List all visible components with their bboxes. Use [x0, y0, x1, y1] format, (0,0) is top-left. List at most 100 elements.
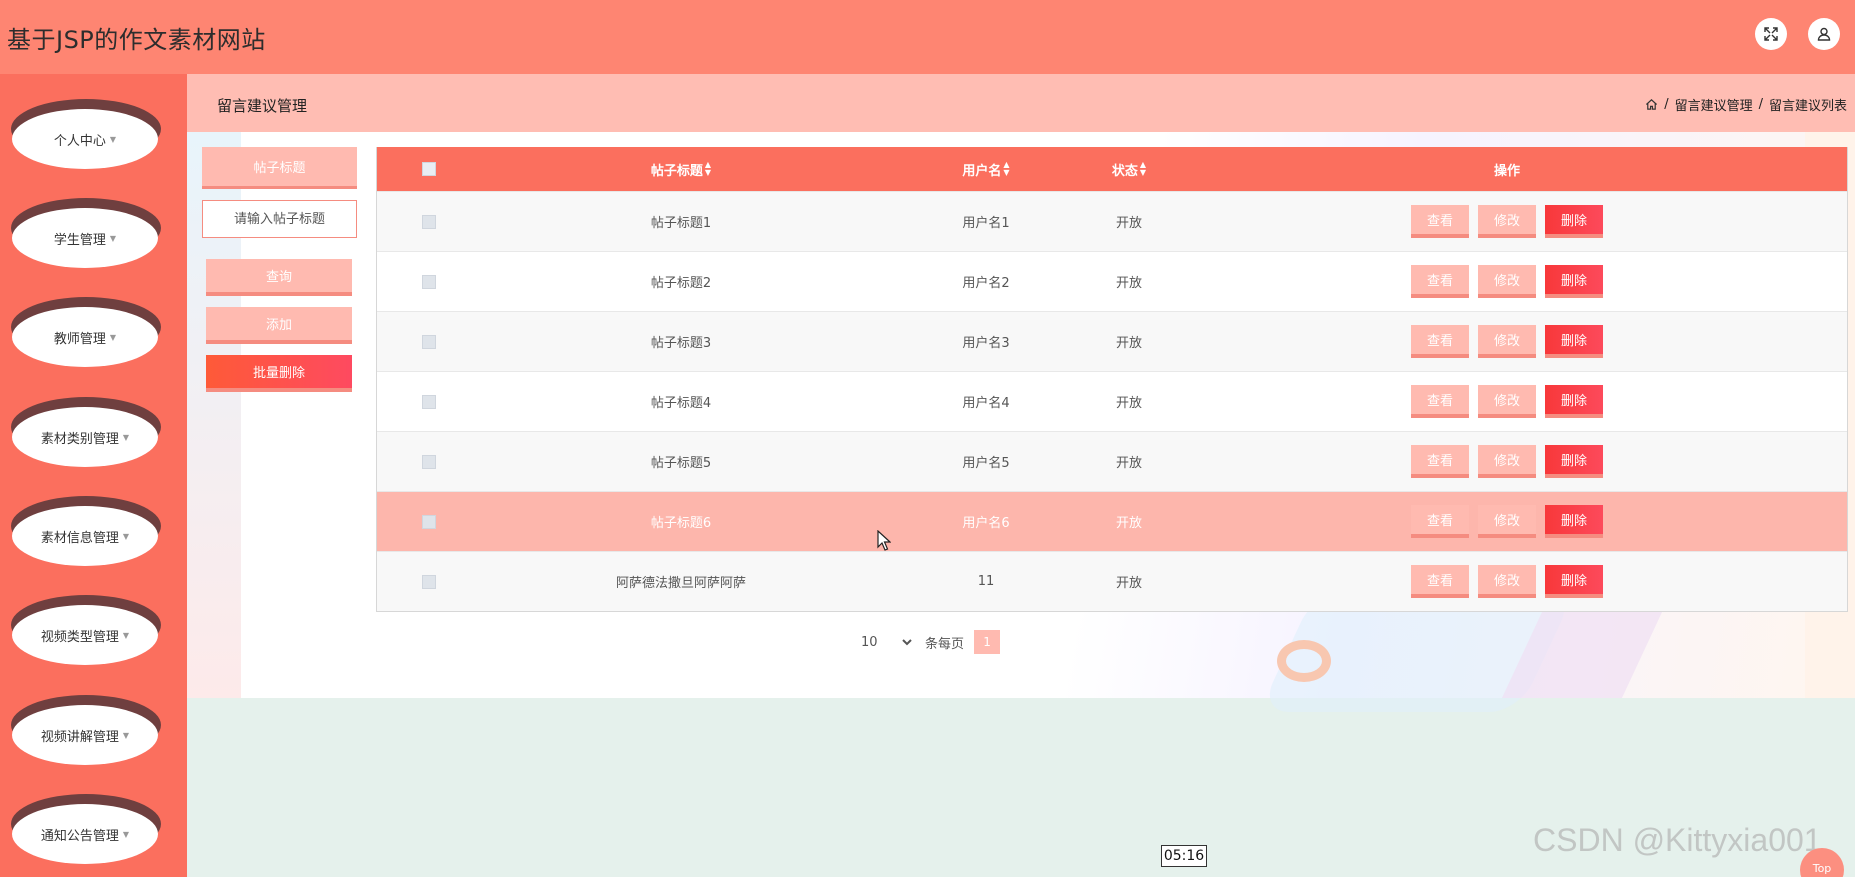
delete-button[interactable]: 删除	[1545, 205, 1603, 238]
top-header: 基于JSP的作文素材网站	[0, 0, 1855, 74]
table-row: 帖子标题3 用户名3 开放 查看 修改 删除	[377, 311, 1847, 371]
cell-status: 开放	[1115, 276, 1142, 291]
row-checkbox[interactable]	[422, 214, 436, 229]
view-button[interactable]: 查看	[1411, 445, 1469, 478]
breadcrumb-bar: 留言建议管理 / 留言建议管理 / 留言建议列表	[187, 74, 1855, 132]
delete-button[interactable]: 删除	[1545, 505, 1603, 538]
user-icon	[1817, 27, 1831, 41]
row-checkbox[interactable]	[422, 334, 436, 349]
cell-status: 开放	[1115, 516, 1142, 531]
sidebar-item-label: 素材信息管理	[40, 530, 119, 546]
cell-user: 用户名4	[962, 396, 1010, 411]
page-number-current[interactable]: 1	[974, 630, 1001, 654]
sidebar-item-announcements[interactable]: 通知公告管理 ▼	[11, 794, 161, 864]
delete-button[interactable]: 删除	[1545, 565, 1603, 598]
sort-icon: ▲ ▼	[1139, 160, 1147, 177]
table-row-hovered: 帖子标题6 用户名6 开放 查看 修改 删除	[377, 491, 1847, 551]
sort-icon: ▲ ▼	[704, 160, 712, 177]
breadcrumb-item-current: 留言建议列表	[1768, 99, 1847, 114]
batch-delete-button[interactable]: 批量删除	[206, 355, 352, 392]
sidebar-item-label: 教师管理	[53, 331, 106, 347]
table-header: 帖子标题 ▲ ▼ 用户名 ▲ ▼ 状态 ▲ ▼ 操作	[377, 147, 1847, 191]
site-title: 基于JSP的作文素材网站	[7, 26, 266, 54]
sidebar-item-personal-center[interactable]: 个人中心 ▼	[11, 99, 161, 169]
caret-down-icon: ▼	[122, 829, 130, 839]
cell-user: 用户名6	[962, 516, 1010, 531]
edit-button[interactable]: 修改	[1478, 505, 1536, 538]
column-header-user[interactable]: 用户名 ▲ ▼	[881, 147, 1091, 191]
sidebar-item-material-categories[interactable]: 素材类别管理 ▼	[11, 397, 161, 467]
query-button[interactable]: 查询	[206, 259, 352, 296]
delete-button[interactable]: 删除	[1545, 385, 1603, 418]
edit-button[interactable]: 修改	[1478, 565, 1536, 598]
column-header-actions: 操作	[1493, 163, 1520, 179]
row-checkbox[interactable]	[422, 454, 436, 469]
select-all-checkbox[interactable]	[422, 162, 436, 176]
edit-button[interactable]: 修改	[1478, 445, 1536, 478]
mouse-cursor-icon	[877, 530, 891, 551]
sidebar-item-label: 视频讲解管理	[40, 729, 119, 745]
caret-down-icon: ▼	[122, 730, 130, 740]
table-row: 帖子标题2 用户名2 开放 查看 修改 删除	[377, 251, 1847, 311]
cell-title: 帖子标题6	[650, 516, 712, 531]
search-field-label: 帖子标题	[202, 147, 357, 189]
caret-down-icon: ▼	[109, 332, 117, 342]
edit-button[interactable]: 修改	[1478, 265, 1536, 298]
page-size-select[interactable]: 10	[857, 630, 915, 654]
cell-title: 阿萨德法撒旦阿萨阿萨	[615, 576, 746, 591]
view-button[interactable]: 查看	[1411, 565, 1469, 598]
sidebar-item-label: 学生管理	[53, 232, 106, 248]
add-button[interactable]: 添加	[206, 307, 352, 344]
row-checkbox[interactable]	[422, 574, 436, 589]
delete-button[interactable]: 删除	[1545, 445, 1603, 478]
breadcrumb: / 留言建议管理 / 留言建议列表	[1645, 95, 1847, 114]
view-button[interactable]: 查看	[1411, 505, 1469, 538]
row-checkbox[interactable]	[422, 274, 436, 289]
view-button[interactable]: 查看	[1411, 385, 1469, 418]
cell-status: 开放	[1115, 396, 1142, 411]
row-checkbox[interactable]	[422, 514, 436, 529]
time-tooltip: 05:16	[1161, 845, 1207, 867]
sidebar-item-material-info[interactable]: 素材信息管理 ▼	[11, 496, 161, 566]
cell-user: 用户名1	[962, 216, 1010, 231]
edit-button[interactable]: 修改	[1478, 325, 1536, 358]
caret-down-icon: ▼	[109, 233, 117, 243]
sidebar-item-teachers[interactable]: 教师管理 ▼	[11, 297, 161, 367]
column-header-title[interactable]: 帖子标题 ▲ ▼	[481, 147, 881, 191]
view-button[interactable]: 查看	[1411, 265, 1469, 298]
cell-status: 开放	[1115, 336, 1142, 351]
breadcrumb-item[interactable]: 留言建议管理	[1675, 95, 1753, 114]
sidebar-item-video-explanations[interactable]: 视频讲解管理 ▼	[11, 695, 161, 765]
edit-button[interactable]: 修改	[1478, 205, 1536, 238]
row-checkbox[interactable]	[422, 394, 436, 409]
caret-down-icon: ▼	[122, 531, 130, 541]
delete-button[interactable]: 删除	[1545, 325, 1603, 358]
page-title: 留言建议管理	[217, 97, 308, 115]
per-page-label: 条每页	[925, 636, 965, 652]
sidebar-item-label: 视频类型管理	[40, 629, 119, 645]
cell-status: 开放	[1115, 576, 1142, 591]
table-row: 帖子标题5 用户名5 开放 查看 修改 删除	[377, 431, 1847, 491]
caret-down-icon: ▼	[122, 432, 130, 442]
view-button[interactable]: 查看	[1411, 325, 1469, 358]
table-row: 帖子标题4 用户名4 开放 查看 修改 删除	[377, 371, 1847, 431]
cell-status: 开放	[1115, 216, 1142, 231]
edit-button[interactable]: 修改	[1478, 385, 1536, 418]
fullscreen-button[interactable]	[1755, 18, 1787, 50]
delete-button[interactable]: 删除	[1545, 265, 1603, 298]
data-table: 帖子标题 ▲ ▼ 用户名 ▲ ▼ 状态 ▲ ▼ 操作 帖子标题1 用户名1 开放 查看 修改…	[376, 147, 1848, 612]
sort-icon: ▲ ▼	[1003, 160, 1010, 177]
cell-title: 帖子标题1	[650, 216, 712, 231]
column-header-status[interactable]: 状态 ▲ ▼	[1091, 147, 1167, 191]
sidebar-item-label: 通知公告管理	[40, 828, 119, 844]
view-button[interactable]: 查看	[1411, 205, 1469, 238]
caret-down-icon: ▼	[109, 134, 117, 144]
cell-user: 用户名2	[962, 276, 1010, 291]
sidebar-item-students[interactable]: 学生管理 ▼	[11, 198, 161, 268]
search-input[interactable]	[202, 200, 357, 238]
cell-title: 帖子标题2	[650, 276, 712, 291]
home-icon[interactable]	[1645, 98, 1658, 111]
sidebar-item-video-types[interactable]: 视频类型管理 ▼	[11, 595, 161, 665]
cell-title: 帖子标题4	[650, 396, 712, 411]
user-button[interactable]	[1808, 18, 1840, 50]
